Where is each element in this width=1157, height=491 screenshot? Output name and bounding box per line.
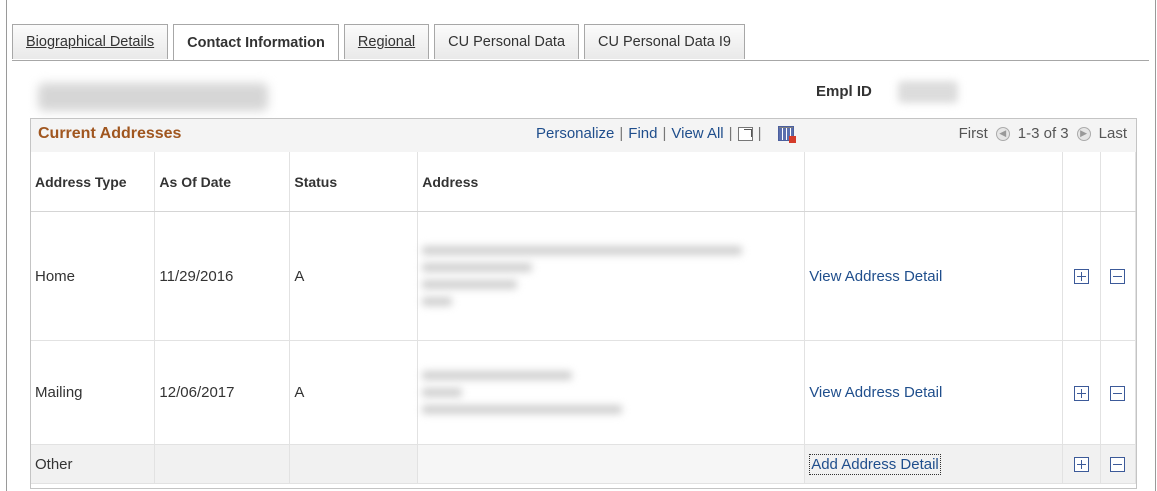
address-type-cell: Home: [31, 211, 156, 341]
first-link[interactable]: First: [959, 125, 988, 142]
delete-cell: [1100, 444, 1137, 484]
plus-icon[interactable]: [1073, 269, 1089, 285]
address-cell: [417, 444, 806, 484]
status-cell: A: [289, 340, 419, 445]
grid-toolbar: Personalize | Find | View All | |: [536, 125, 797, 143]
tab-cu-personal-data[interactable]: CU Personal Data: [434, 24, 580, 59]
status-cell: [289, 444, 419, 484]
view-address-detail-link[interactable]: View Address Detail: [809, 268, 942, 285]
view-all-link[interactable]: View All: [671, 125, 723, 142]
action-cell: View Address Detail: [804, 211, 1063, 341]
personalize-link[interactable]: Personalize: [536, 125, 614, 142]
as-of-date-cell: 11/29/2016: [154, 211, 291, 341]
column-header-as-of-date: As Of Date: [154, 152, 291, 212]
action-cell: Add Address Detail: [804, 444, 1063, 484]
table-row: Mailing 12/06/2017 A View Address Detail: [31, 340, 1137, 445]
add-address-detail-link[interactable]: Add Address Detail: [809, 453, 941, 475]
table-header-row: Address Type As Of Date Status Address: [31, 152, 1137, 212]
tab-biographical-details[interactable]: Biographical Details: [12, 24, 169, 59]
separator: |: [757, 125, 762, 142]
status-cell: A: [289, 211, 419, 341]
minus-icon[interactable]: [1110, 269, 1126, 285]
column-header-address-type: Address Type: [31, 152, 156, 212]
table-row: Home 11/29/2016 A View Address Detail: [31, 211, 1137, 341]
plus-icon[interactable]: [1073, 457, 1089, 473]
separator: |: [662, 125, 667, 142]
tab-contact-information[interactable]: Contact Information: [173, 24, 339, 61]
minus-icon[interactable]: [1110, 385, 1126, 401]
empl-id-label: Empl ID: [816, 83, 872, 100]
tab-cu-personal-data-i9[interactable]: CU Personal Data I9: [584, 24, 745, 59]
column-header-status: Status: [289, 152, 419, 212]
current-addresses-grid: Current Addresses Personalize | Find | V…: [30, 118, 1137, 489]
table-row: Other Add Address Detail: [31, 444, 1137, 484]
column-header-address: Address: [417, 152, 806, 212]
address-cell-redacted: [417, 211, 806, 341]
employee-name-redacted: [38, 83, 268, 111]
separator: |: [728, 125, 733, 142]
add-cell: [1062, 211, 1101, 341]
grid-title: Current Addresses: [38, 125, 182, 142]
add-cell: [1062, 444, 1101, 484]
addresses-table: Address Type As Of Date Status Address H…: [31, 152, 1137, 484]
address-type-cell: Mailing: [31, 340, 156, 445]
separator: |: [619, 125, 624, 142]
delete-cell: [1100, 211, 1137, 341]
last-link[interactable]: Last: [1099, 125, 1127, 142]
tab-divider: [12, 60, 1149, 61]
delete-cell: [1100, 340, 1137, 445]
next-icon[interactable]: ▶: [1076, 126, 1091, 141]
as-of-date-cell: 12/06/2017: [154, 340, 291, 445]
row-range: 1-3 of 3: [1017, 125, 1069, 142]
action-cell: View Address Detail: [804, 340, 1063, 445]
tab-regional[interactable]: Regional: [343, 24, 430, 59]
pager: First ◀ 1-3 of 3 ▶ Last: [959, 125, 1127, 142]
previous-icon[interactable]: ◀: [995, 126, 1010, 141]
column-header-add: [1062, 152, 1101, 212]
add-cell: [1062, 340, 1101, 445]
view-address-detail-link[interactable]: View Address Detail: [809, 384, 942, 401]
download-grid-icon[interactable]: [778, 126, 797, 143]
new-window-icon[interactable]: [737, 126, 753, 141]
empl-id-value-redacted: [898, 81, 958, 103]
address-type-cell: Other: [31, 444, 156, 484]
minus-icon[interactable]: [1110, 457, 1126, 473]
as-of-date-cell: [154, 444, 291, 484]
address-cell-redacted: [417, 340, 806, 445]
grid-header: Current Addresses Personalize | Find | V…: [31, 119, 1136, 153]
column-header-delete: [1100, 152, 1137, 212]
find-link[interactable]: Find: [628, 125, 657, 142]
column-header-action: [804, 152, 1063, 212]
plus-icon[interactable]: [1073, 385, 1089, 401]
tab-bar: Biographical Details Contact Information…: [12, 24, 750, 61]
